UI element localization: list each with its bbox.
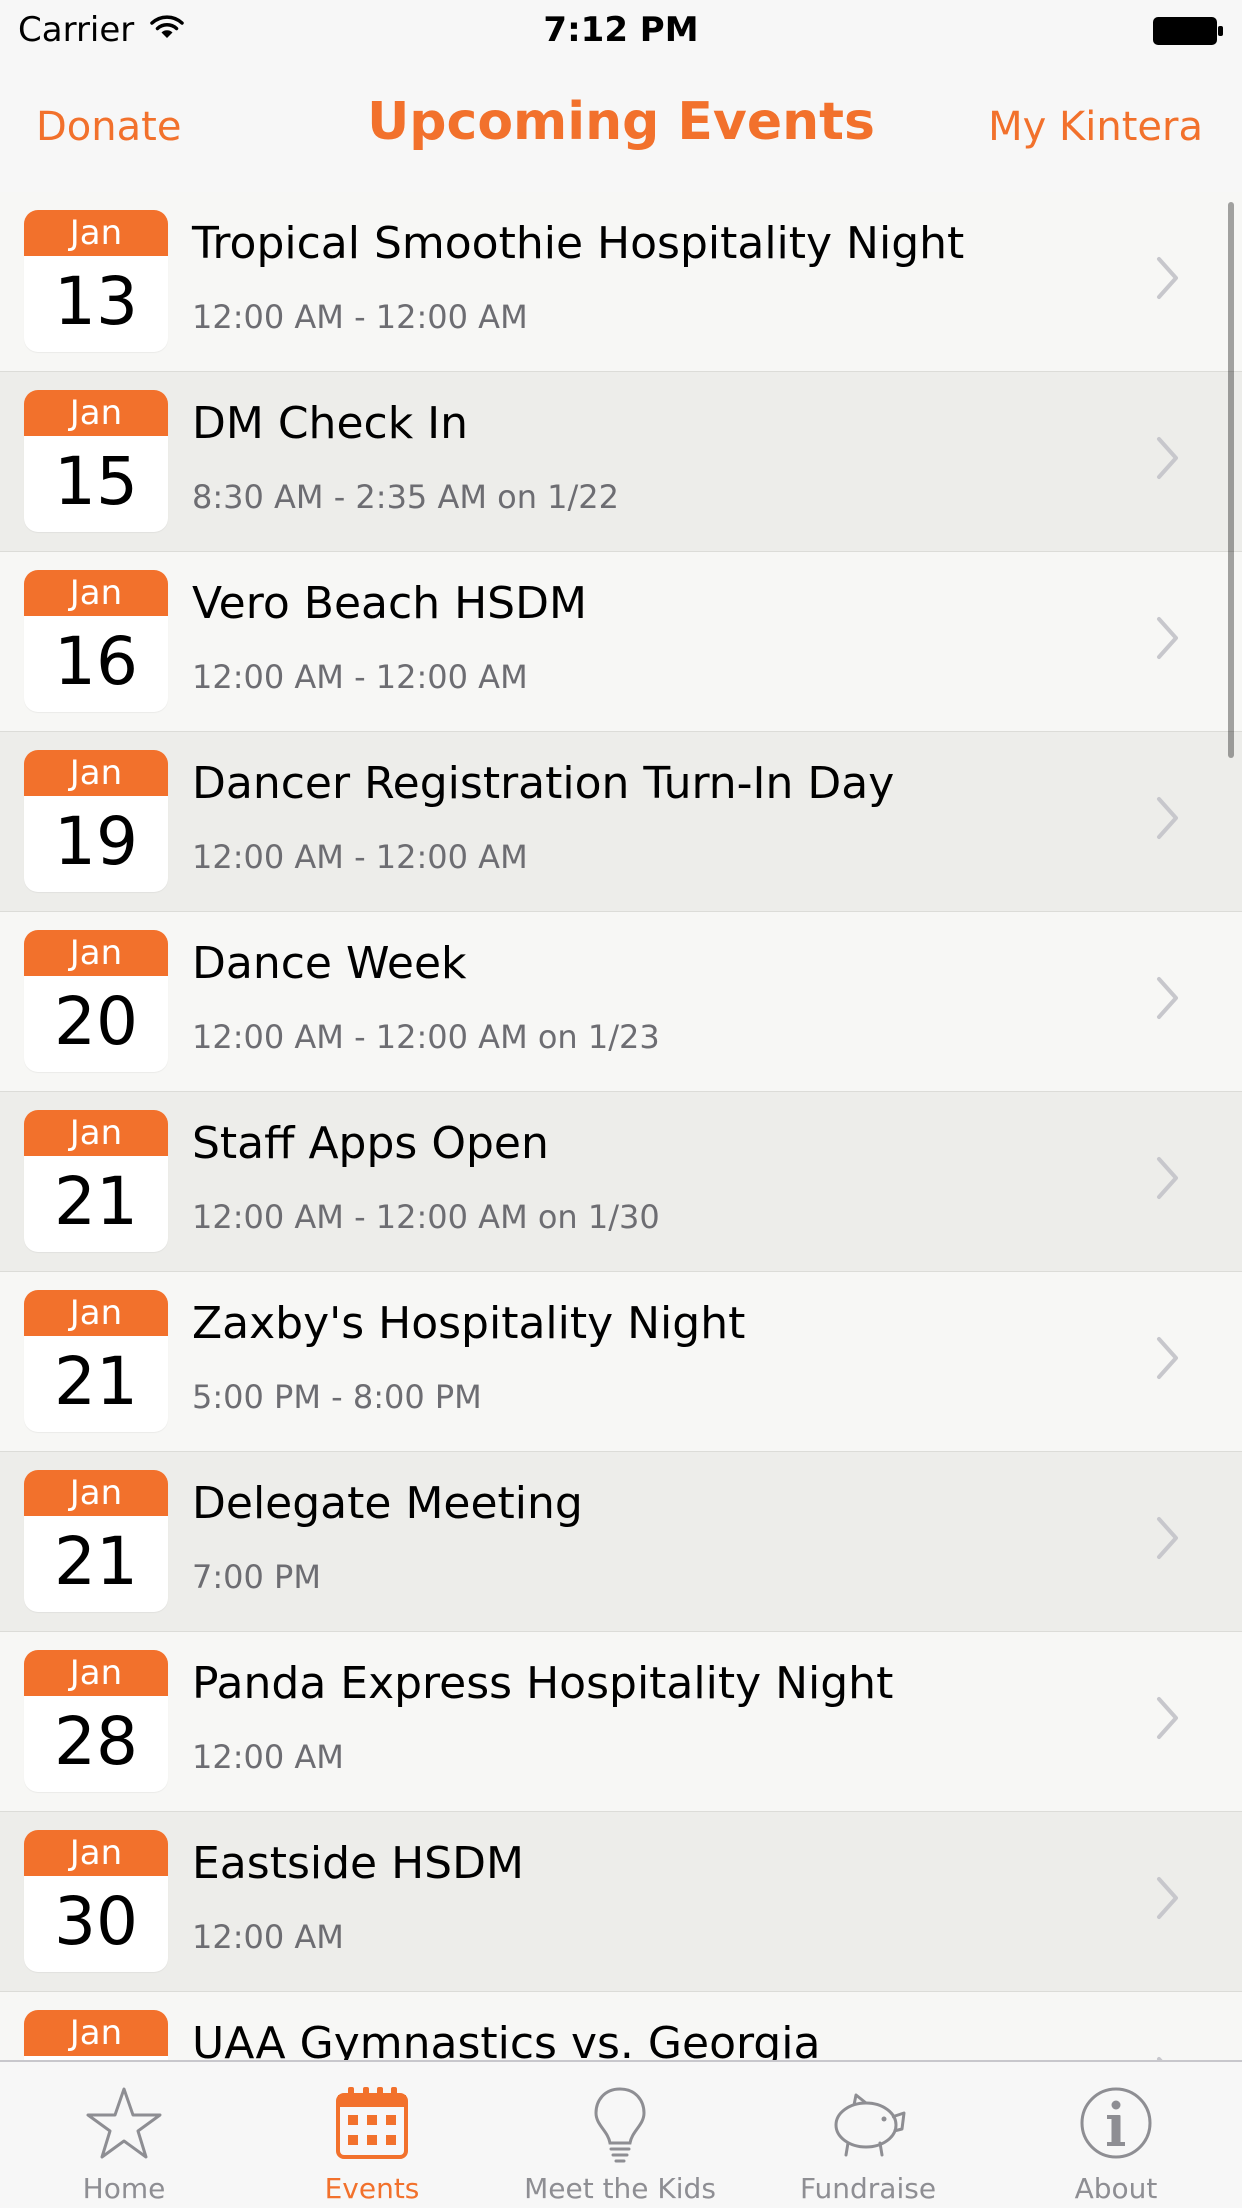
- chevron-right-icon: [1156, 796, 1180, 844]
- event-month: Jan: [24, 210, 168, 256]
- tab-label: Events: [324, 2172, 420, 2205]
- tab-label: Meet the Kids: [524, 2172, 716, 2205]
- event-title: Tropical Smoothie Hospitality Night: [192, 218, 965, 269]
- tab-bar: Home Events Meet the Kids Fundraise About: [0, 2060, 1242, 2208]
- event-month: Jan: [24, 570, 168, 616]
- tab-label: About: [1074, 2172, 1158, 2205]
- calendar-date-badge: Jan 13: [24, 210, 168, 352]
- event-time: 12:00 AM - 12:00 AM: [192, 658, 528, 696]
- tab-events[interactable]: Events: [248, 2062, 496, 2208]
- chevron-right-icon: [1156, 1696, 1180, 1744]
- info-icon: [992, 2078, 1240, 2168]
- event-title: Vero Beach HSDM: [192, 578, 587, 629]
- event-day: 21: [54, 1523, 138, 1600]
- calendar-icon: [248, 2078, 496, 2168]
- star-icon: [0, 2078, 248, 2168]
- calendar-date-badge: Jan 20: [24, 930, 168, 1072]
- event-time: 12:00 AM - 12:00 AM: [192, 298, 528, 336]
- event-month: Jan: [24, 1830, 168, 1876]
- calendar-date-badge: Jan 30: [24, 1830, 168, 1972]
- chevron-right-icon: [1156, 1516, 1180, 1564]
- screen: Carrier 7:12 PM Donate Upcoming Events M…: [0, 0, 1242, 2208]
- event-row[interactable]: Jan 19 Dancer Registration Turn-In Day 12:0…: [0, 732, 1242, 912]
- event-title: UAA Gymnastics vs. Georgia: [192, 2018, 821, 2060]
- event-row[interactable]: Jan 21 Zaxby's Hospitality Night 5:00 PM - …: [0, 1272, 1242, 1452]
- event-day: 19: [54, 803, 138, 880]
- tab-label: Fundraise: [799, 2172, 937, 2205]
- chevron-right-icon: [1156, 436, 1180, 484]
- event-row[interactable]: Jan 15 DM Check In 8:30 AM - 2:35 AM on 1/2…: [0, 372, 1242, 552]
- piggy-bank-icon: [744, 2078, 992, 2168]
- calendar-date-badge: Jan 19: [24, 750, 168, 892]
- calendar-date-badge: Jan 21: [24, 1110, 168, 1252]
- scroll-indicator[interactable]: [1228, 202, 1234, 758]
- event-time: 12:00 AM: [192, 1918, 344, 1956]
- event-row[interactable]: Jan UAA Gymnastics vs. Georgia: [0, 1992, 1242, 2060]
- event-title: Staff Apps Open: [192, 1118, 549, 1169]
- event-month: Jan: [24, 1110, 168, 1156]
- event-time: 12:00 AM: [192, 1738, 344, 1776]
- event-month: Jan: [24, 750, 168, 796]
- event-row[interactable]: Jan 30 Eastside HSDM 12:00 AM: [0, 1812, 1242, 1992]
- calendar-date-badge: Jan 21: [24, 1470, 168, 1612]
- lightbulb-icon: [496, 2078, 744, 2168]
- chevron-right-icon: [1156, 1336, 1180, 1384]
- event-day: 20: [54, 983, 138, 1060]
- event-month: Jan: [24, 390, 168, 436]
- event-day: 16: [54, 623, 138, 700]
- event-row[interactable]: Jan 13 Tropical Smoothie Hospitality Night…: [0, 192, 1242, 372]
- event-title: Dancer Registration Turn-In Day: [192, 758, 895, 809]
- event-time: 8:30 AM - 2:35 AM on 1/22: [192, 478, 620, 516]
- event-row[interactable]: Jan 21 Delegate Meeting 7:00 PM: [0, 1452, 1242, 1632]
- tab-meet-the-kids[interactable]: Meet the Kids: [496, 2062, 744, 2208]
- calendar-date-badge: Jan 16: [24, 570, 168, 712]
- tab-about[interactable]: About: [992, 2062, 1240, 2208]
- event-month: Jan: [24, 2010, 168, 2056]
- chevron-right-icon: [1156, 256, 1180, 304]
- chevron-right-icon: [1156, 1156, 1180, 1204]
- tab-fundraise[interactable]: Fundraise: [744, 2062, 992, 2208]
- chevron-right-icon: [1156, 1876, 1180, 1924]
- event-month: Jan: [24, 1650, 168, 1696]
- calendar-date-badge: Jan 28: [24, 1650, 168, 1792]
- chevron-right-icon: [1156, 616, 1180, 664]
- status-bar: Carrier 7:12 PM: [0, 0, 1242, 60]
- event-day: 15: [54, 443, 138, 520]
- event-month: Jan: [24, 930, 168, 976]
- chevron-right-icon: [1156, 976, 1180, 1024]
- event-month: Jan: [24, 1470, 168, 1516]
- event-month: Jan: [24, 1290, 168, 1336]
- nav-bar: Donate Upcoming Events My Kintera: [0, 60, 1242, 194]
- event-row[interactable]: Jan 28 Panda Express Hospitality Night 12:0…: [0, 1632, 1242, 1812]
- event-time: 7:00 PM: [192, 1558, 321, 1596]
- event-day: 21: [54, 1343, 138, 1420]
- event-day: 13: [54, 263, 138, 340]
- event-title: Zaxby's Hospitality Night: [192, 1298, 746, 1349]
- clock: 7:12 PM: [543, 10, 699, 50]
- event-time: 5:00 PM - 8:00 PM: [192, 1378, 482, 1416]
- event-row[interactable]: Jan 16 Vero Beach HSDM 12:00 AM - 12:00 AM: [0, 552, 1242, 732]
- tab-label: Home: [82, 2172, 166, 2205]
- event-time: 12:00 AM - 12:00 AM on 1/23: [192, 1018, 660, 1056]
- battery-icon: [1152, 16, 1224, 50]
- calendar-date-badge: Jan: [24, 2010, 168, 2060]
- event-day: 30: [54, 1883, 138, 1960]
- event-title: Delegate Meeting: [192, 1478, 583, 1529]
- calendar-date-badge: Jan 21: [24, 1290, 168, 1432]
- event-row[interactable]: Jan 20 Dance Week 12:00 AM - 12:00 AM on 1/…: [0, 912, 1242, 1092]
- event-day: 21: [54, 1163, 138, 1240]
- tab-home[interactable]: Home: [0, 2062, 248, 2208]
- event-title: Eastside HSDM: [192, 1838, 524, 1889]
- event-title: Panda Express Hospitality Night: [192, 1658, 894, 1709]
- event-row[interactable]: Jan 21 Staff Apps Open 12:00 AM - 12:00 AM …: [0, 1092, 1242, 1272]
- event-title: Dance Week: [192, 938, 467, 989]
- my-kintera-button[interactable]: My Kintera: [988, 104, 1203, 150]
- event-title: DM Check In: [192, 398, 469, 449]
- calendar-date-badge: Jan 15: [24, 390, 168, 532]
- event-list[interactable]: Jan 13 Tropical Smoothie Hospitality Night…: [0, 192, 1242, 2060]
- event-time: 12:00 AM - 12:00 AM: [192, 838, 528, 876]
- event-day: 28: [54, 1703, 138, 1780]
- event-time: 12:00 AM - 12:00 AM on 1/30: [192, 1198, 660, 1236]
